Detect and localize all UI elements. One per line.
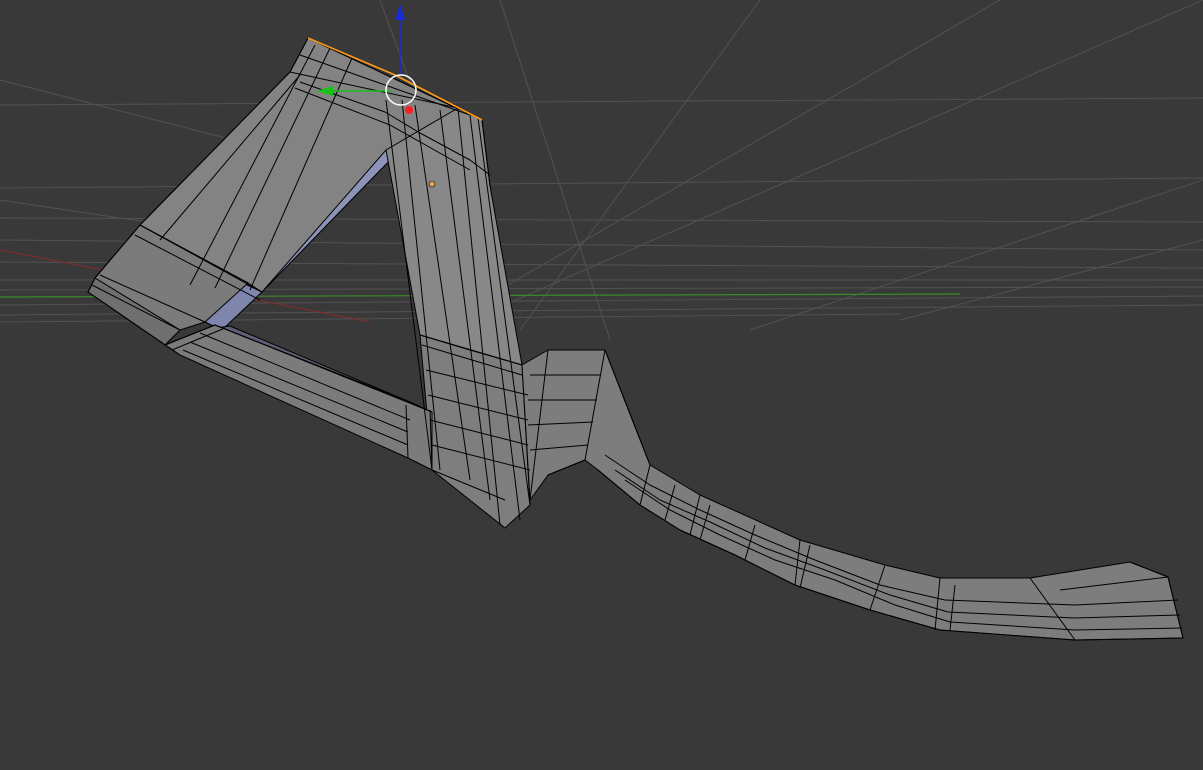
mesh-face-lower xyxy=(164,324,433,471)
3d-viewport[interactable] xyxy=(0,0,1203,770)
z-arrow-icon[interactable] xyxy=(395,4,405,20)
object-origin-icon xyxy=(428,180,436,188)
mesh-face-hump xyxy=(521,349,1184,641)
viewport-canvas[interactable] xyxy=(0,0,1203,770)
pivot-point-icon xyxy=(405,106,413,114)
mesh-object[interactable] xyxy=(87,37,1184,641)
